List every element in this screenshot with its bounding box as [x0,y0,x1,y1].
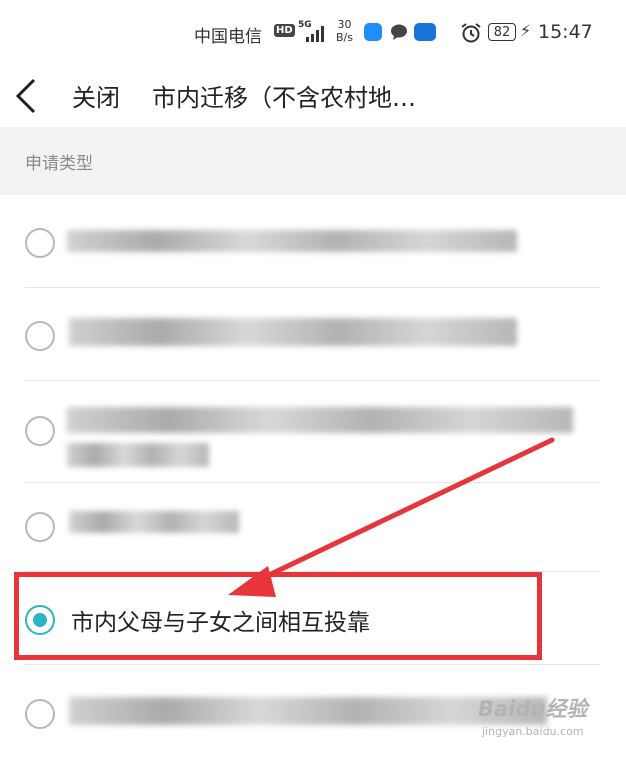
watermark-url: jingyan.baidu.com [482,725,584,738]
application-type-option[interactable] [25,483,600,571]
status-time: 15:47 [538,21,593,43]
section-header: 申请类型 [0,127,626,195]
obscured-option-text [67,407,573,433]
baidu-watermark: Baidu经验 jingyan.baidu.com [478,693,598,749]
page-title: 市内迁移（不含农村地… [152,84,416,112]
application-type-option[interactable] [25,381,600,481]
charging-icon: ⚡ [520,21,532,40]
chat-icon [391,24,407,40]
back-arrow-icon[interactable] [12,76,42,116]
radio-button[interactable] [25,699,55,729]
obscured-option-text [67,443,209,467]
section-label: 申请类型 [25,154,93,174]
highlight-box [14,572,542,660]
weather-app-icon [364,23,382,41]
obscured-option-text [69,697,547,725]
speed-value: 30 [337,18,352,31]
obscured-option-text [69,511,239,533]
radio-button[interactable] [25,416,55,446]
carrier-name: 中国电信 [194,27,262,47]
alarm-icon [461,23,481,43]
application-type-option[interactable] [25,288,600,380]
speed-unit: B/s [336,31,353,44]
nav-bar: 关闭 市内迁移（不含农村地… [0,68,626,126]
application-type-option[interactable] [25,196,600,288]
close-button[interactable]: 关闭 [72,78,120,113]
app-notification-icon [414,23,436,41]
radio-button[interactable] [25,228,55,258]
network-speed: 30 B/s [336,18,353,44]
obscured-option-text [67,230,517,252]
watermark-brand: Baidu经验 [478,697,588,721]
radio-button[interactable] [25,321,55,351]
signal-icon [306,26,324,42]
radio-button[interactable] [25,512,55,542]
battery-indicator: 82 [488,23,516,41]
status-bar: 中国电信 HD 5G 30 B/s 82 ⚡ 15:47 [0,0,626,68]
obscured-option-text [69,318,517,346]
hd-badge: HD [274,24,295,37]
